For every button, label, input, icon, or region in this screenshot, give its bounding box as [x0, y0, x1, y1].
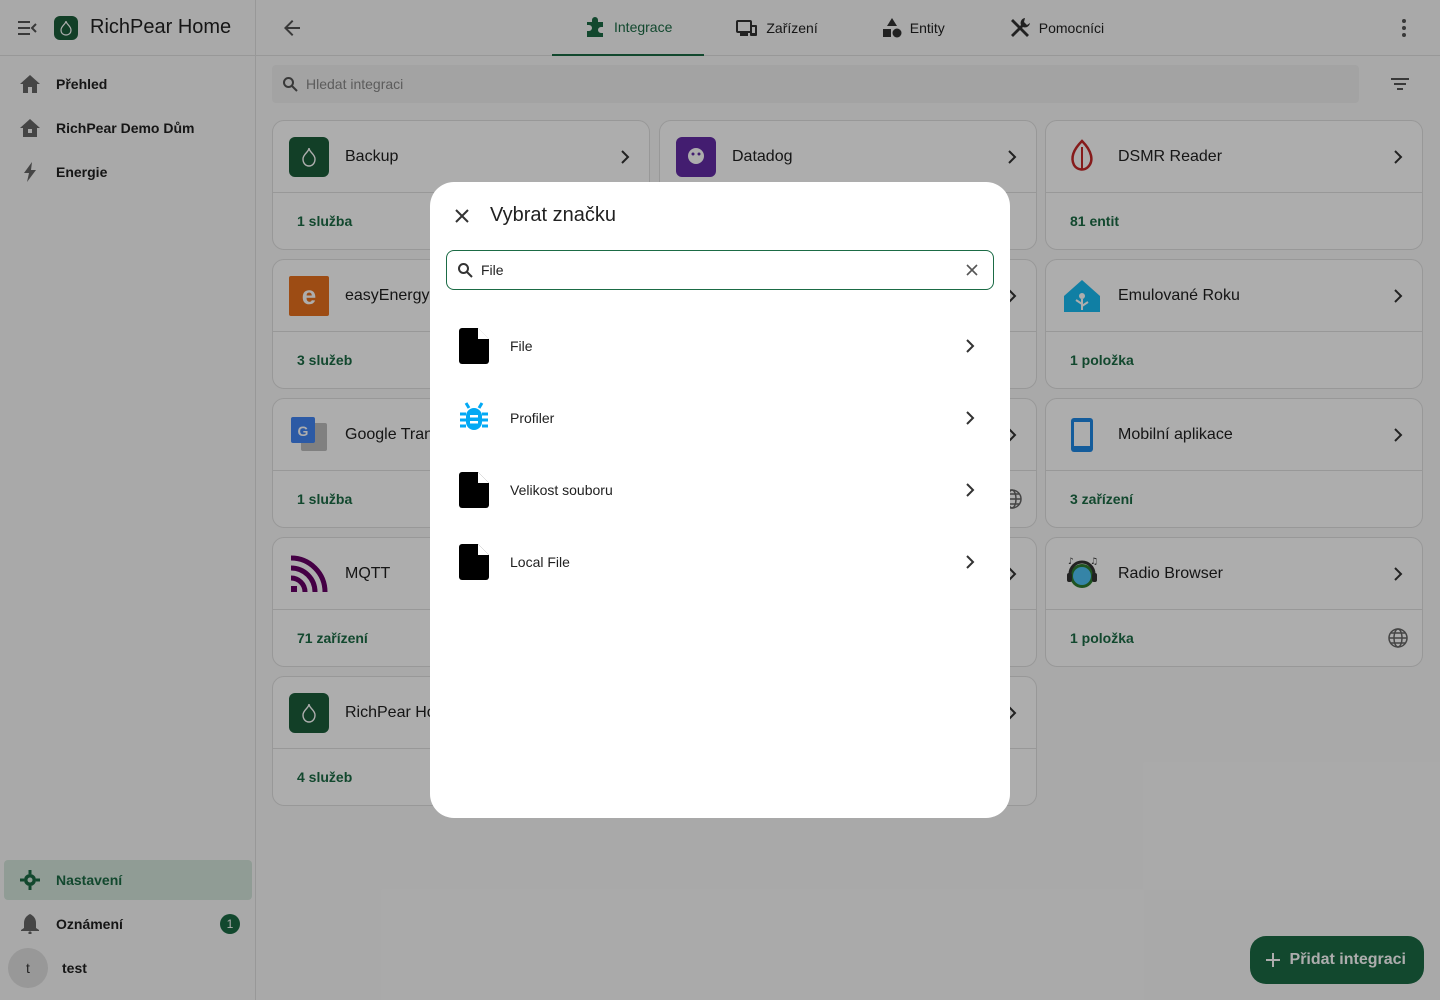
brand-item-file[interactable]: File	[430, 310, 1010, 382]
brand-item-velikost-souboru[interactable]: Velikost souboru	[430, 454, 1010, 526]
brand-label: Profiler	[510, 410, 555, 426]
chevron-right-icon	[966, 339, 975, 353]
file-icon	[458, 470, 490, 510]
brand-search-value: File	[481, 262, 504, 278]
file-icon	[458, 326, 490, 366]
brand-label: Local File	[510, 554, 570, 570]
brand-label: Velikost souboru	[510, 482, 613, 498]
chevron-right-icon	[966, 411, 975, 425]
clear-icon[interactable]	[963, 261, 981, 279]
select-brand-dialog: Vybrat značku File File Profiler Velikos…	[430, 182, 1010, 818]
chevron-right-icon	[966, 483, 975, 497]
bug-icon	[458, 398, 490, 438]
file-icon	[458, 542, 490, 582]
close-icon[interactable]	[450, 204, 474, 228]
dialog-title: Vybrat značku	[490, 204, 616, 226]
brand-label: File	[510, 338, 533, 354]
brand-search-input[interactable]: File	[446, 250, 994, 290]
brand-item-profiler[interactable]: Profiler	[430, 382, 1010, 454]
brand-item-local-file[interactable]: Local File	[430, 526, 1010, 598]
chevron-right-icon	[966, 555, 975, 569]
search-icon	[458, 263, 473, 278]
